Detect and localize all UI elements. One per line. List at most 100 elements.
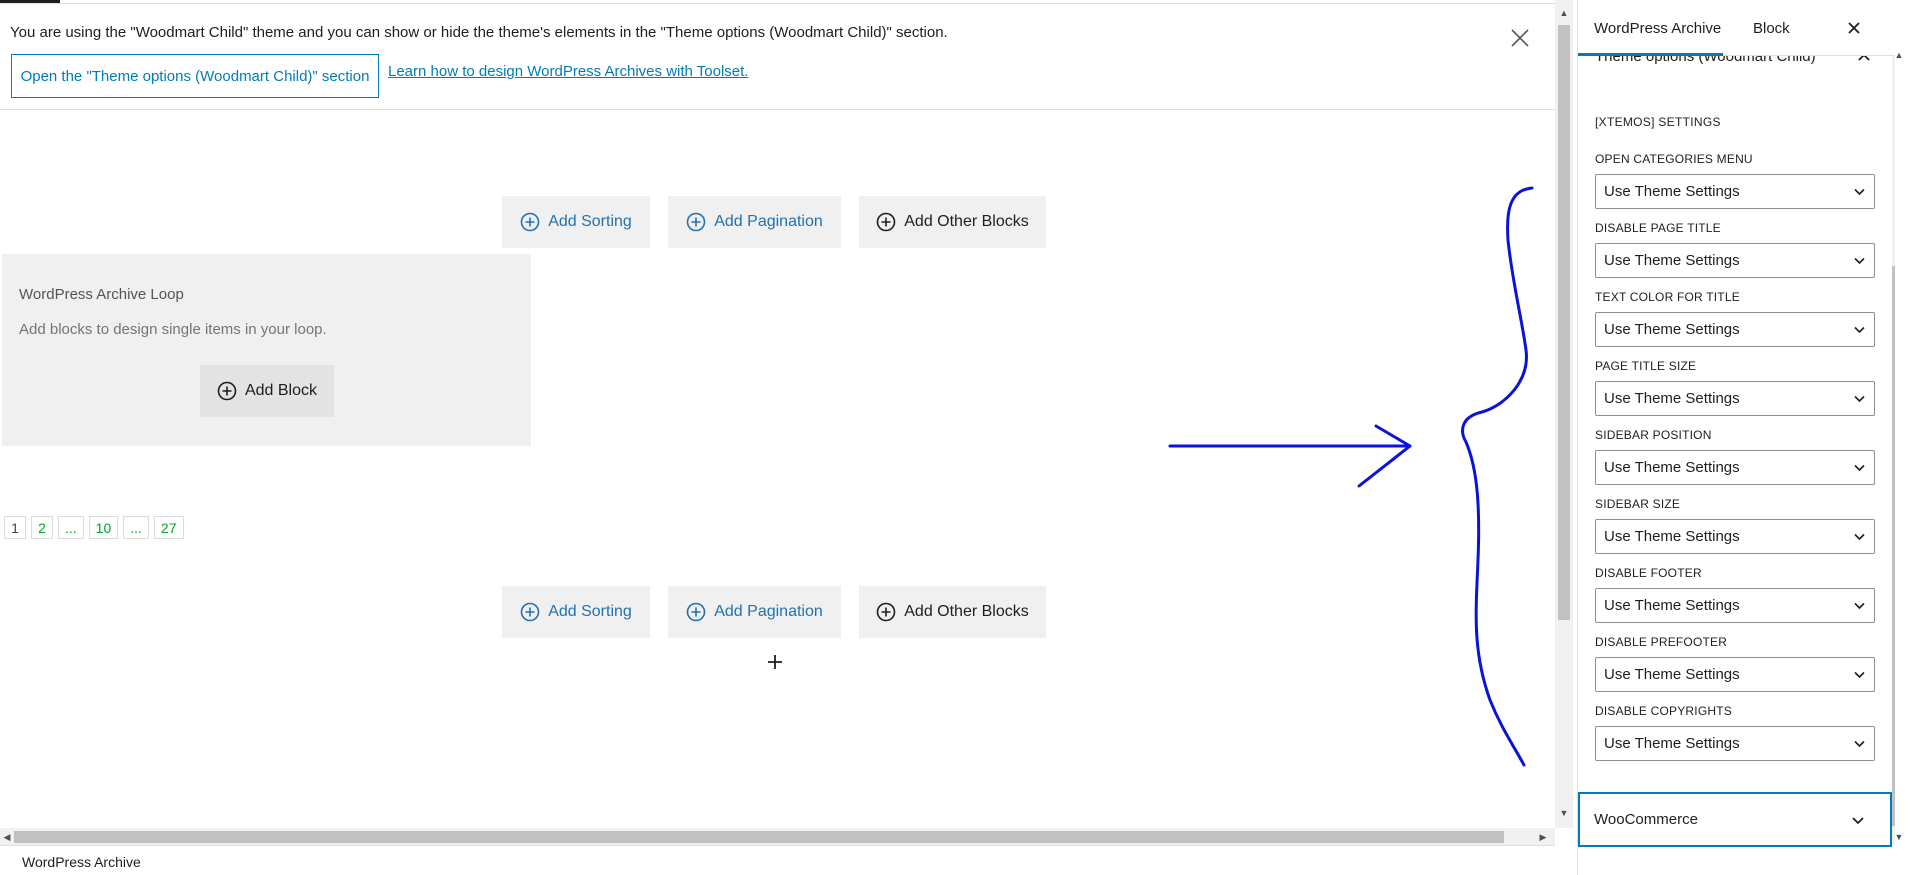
- disable-prefooter-select[interactable]: Use Theme Settings: [1595, 657, 1875, 692]
- chevron-down-icon: [1854, 188, 1865, 196]
- field-label: SIDEBAR SIZE: [1595, 497, 1681, 511]
- section-heading: [XTEMOS] SETTINGS: [1595, 115, 1721, 129]
- select-value: Use Theme Settings: [1604, 183, 1740, 200]
- field-label: TEXT COLOR FOR TITLE: [1595, 290, 1740, 304]
- loop-description: Add blocks to design single items in you…: [19, 321, 327, 338]
- field-label: DISABLE COPYRIGHTS: [1595, 704, 1732, 718]
- select-value: Use Theme Settings: [1604, 321, 1740, 338]
- theme-notice: You are using the "Woodmart Child" theme…: [0, 4, 1555, 110]
- scroll-thumb[interactable]: [1558, 25, 1570, 620]
- add-other-blocks-button-top[interactable]: Add Other Blocks: [859, 196, 1046, 248]
- field-label: DISABLE PREFOOTER: [1595, 635, 1728, 649]
- settings-sidebar: WordPress Archive Block Theme options (W…: [1577, 0, 1895, 875]
- plus-circle-icon: [217, 381, 237, 401]
- scroll-thumb[interactable]: [1892, 266, 1895, 826]
- tab-block[interactable]: Block: [1753, 20, 1790, 37]
- scroll-up-arrow-icon[interactable]: ▲: [1559, 8, 1569, 18]
- block-appender-plus-icon[interactable]: [765, 652, 785, 672]
- select-value: Use Theme Settings: [1604, 666, 1740, 683]
- select-value: Use Theme Settings: [1604, 459, 1740, 476]
- page-title-size-select[interactable]: Use Theme Settings: [1595, 381, 1875, 416]
- close-icon[interactable]: [1508, 26, 1532, 50]
- scroll-down-arrow-icon[interactable]: ▼: [1559, 808, 1569, 818]
- notice-message: You are using the "Woodmart Child" theme…: [10, 24, 948, 41]
- page-link[interactable]: 27: [153, 516, 184, 539]
- pagination: 1 2 ... 10 ... 27: [4, 516, 184, 539]
- chevron-down-icon: [1852, 817, 1864, 825]
- tab-wordpress-archive[interactable]: WordPress Archive: [1594, 20, 1721, 37]
- chevron-down-icon: [1854, 671, 1865, 679]
- page-ellipsis: ...: [123, 516, 149, 539]
- chevron-down-icon: [1854, 602, 1865, 610]
- woocommerce-panel-toggle[interactable]: WooCommerce: [1578, 792, 1892, 847]
- select-value: Use Theme Settings: [1604, 528, 1740, 545]
- disable-copyrights-select[interactable]: Use Theme Settings: [1595, 726, 1875, 761]
- select-value: Use Theme Settings: [1604, 252, 1740, 269]
- plus-circle-icon: [520, 212, 540, 232]
- plus-circle-icon: [876, 212, 896, 232]
- sidebar-scrollbar[interactable]: [1892, 56, 1895, 846]
- archive-loop-block[interactable]: WordPress Archive Loop Add blocks to des…: [2, 254, 531, 446]
- scroll-left-arrow-icon[interactable]: ◀: [2, 831, 12, 843]
- breadcrumb[interactable]: WordPress Archive: [22, 854, 141, 870]
- field-label: DISABLE FOOTER: [1595, 566, 1702, 580]
- open-theme-options-button[interactable]: Open the "Theme options (Woodmart Child)…: [11, 54, 379, 98]
- chevron-down-icon: [1854, 326, 1865, 334]
- learn-design-link[interactable]: Learn how to design WordPress Archives w…: [388, 63, 748, 80]
- scroll-thumb[interactable]: [14, 831, 1504, 843]
- field-label: DISABLE PAGE TITLE: [1595, 221, 1721, 235]
- add-sorting-label: Add Sorting: [548, 603, 632, 620]
- text-color-for-title-select[interactable]: Use Theme Settings: [1595, 312, 1875, 347]
- plus-circle-icon: [876, 602, 896, 622]
- sidebar-position-select[interactable]: Use Theme Settings: [1595, 450, 1875, 485]
- chevron-down-icon: [1854, 395, 1865, 403]
- add-other-blocks-button-bottom[interactable]: Add Other Blocks: [859, 586, 1046, 638]
- active-tab-indicator: [1578, 53, 1723, 56]
- disable-page-title-select[interactable]: Use Theme Settings: [1595, 243, 1875, 278]
- add-sorting-button-top[interactable]: Add Sorting: [502, 196, 650, 248]
- editor-vertical-scrollbar[interactable]: ▲ ▼: [1555, 0, 1573, 828]
- sidebar-size-select[interactable]: Use Theme Settings: [1595, 519, 1875, 554]
- field-label: OPEN CATEGORIES MENU: [1595, 152, 1753, 166]
- add-pagination-label: Add Pagination: [714, 213, 823, 230]
- plus-circle-icon: [686, 212, 706, 232]
- page-link[interactable]: 2: [31, 516, 53, 539]
- close-icon[interactable]: [1846, 20, 1862, 36]
- page-link[interactable]: 1: [4, 516, 26, 539]
- sidebar-scroll-down-arrow-icon[interactable]: ▼: [1893, 832, 1905, 842]
- add-pagination-button-top[interactable]: Add Pagination: [668, 196, 841, 248]
- plus-circle-icon: [520, 602, 540, 622]
- chevron-down-icon: [1854, 257, 1865, 265]
- select-value: Use Theme Settings: [1604, 597, 1740, 614]
- editor-horizontal-scrollbar[interactable]: ◀ ▶: [0, 828, 1555, 845]
- scroll-right-arrow-icon[interactable]: ▶: [1538, 831, 1548, 843]
- disable-footer-select[interactable]: Use Theme Settings: [1595, 588, 1875, 623]
- plus-circle-icon: [686, 602, 706, 622]
- add-other-blocks-label: Add Other Blocks: [904, 603, 1029, 620]
- chevron-up-icon[interactable]: [1856, 56, 1872, 66]
- page-ellipsis: ...: [58, 516, 84, 539]
- editor-canvas: You are using the "Woodmart Child" theme…: [0, 0, 1555, 828]
- sidebar-tabs: WordPress Archive Block: [1578, 0, 1895, 56]
- loop-title: WordPress Archive Loop: [19, 286, 184, 303]
- chevron-down-icon: [1854, 533, 1865, 541]
- top-divider: [0, 3, 1555, 4]
- add-block-button[interactable]: Add Block: [200, 365, 334, 417]
- add-sorting-label: Add Sorting: [548, 213, 632, 230]
- editor-footer: WordPress Archive: [0, 845, 1555, 875]
- chevron-down-icon: [1854, 740, 1865, 748]
- add-pagination-button-bottom[interactable]: Add Pagination: [668, 586, 841, 638]
- field-label: SIDEBAR POSITION: [1595, 428, 1712, 442]
- add-pagination-label: Add Pagination: [714, 603, 823, 620]
- page-link[interactable]: 10: [88, 516, 119, 539]
- panel-title[interactable]: Theme options (Woodmart Child): [1595, 56, 1816, 65]
- open-categories-menu-select[interactable]: Use Theme Settings: [1595, 174, 1875, 209]
- field-label: PAGE TITLE SIZE: [1595, 359, 1697, 373]
- add-sorting-button-bottom[interactable]: Add Sorting: [502, 586, 650, 638]
- woocommerce-panel-label: WooCommerce: [1594, 811, 1698, 828]
- add-block-label: Add Block: [244, 382, 318, 399]
- select-value: Use Theme Settings: [1604, 390, 1740, 407]
- select-value: Use Theme Settings: [1604, 735, 1740, 752]
- chevron-down-icon: [1854, 464, 1865, 472]
- add-other-blocks-label: Add Other Blocks: [904, 213, 1029, 230]
